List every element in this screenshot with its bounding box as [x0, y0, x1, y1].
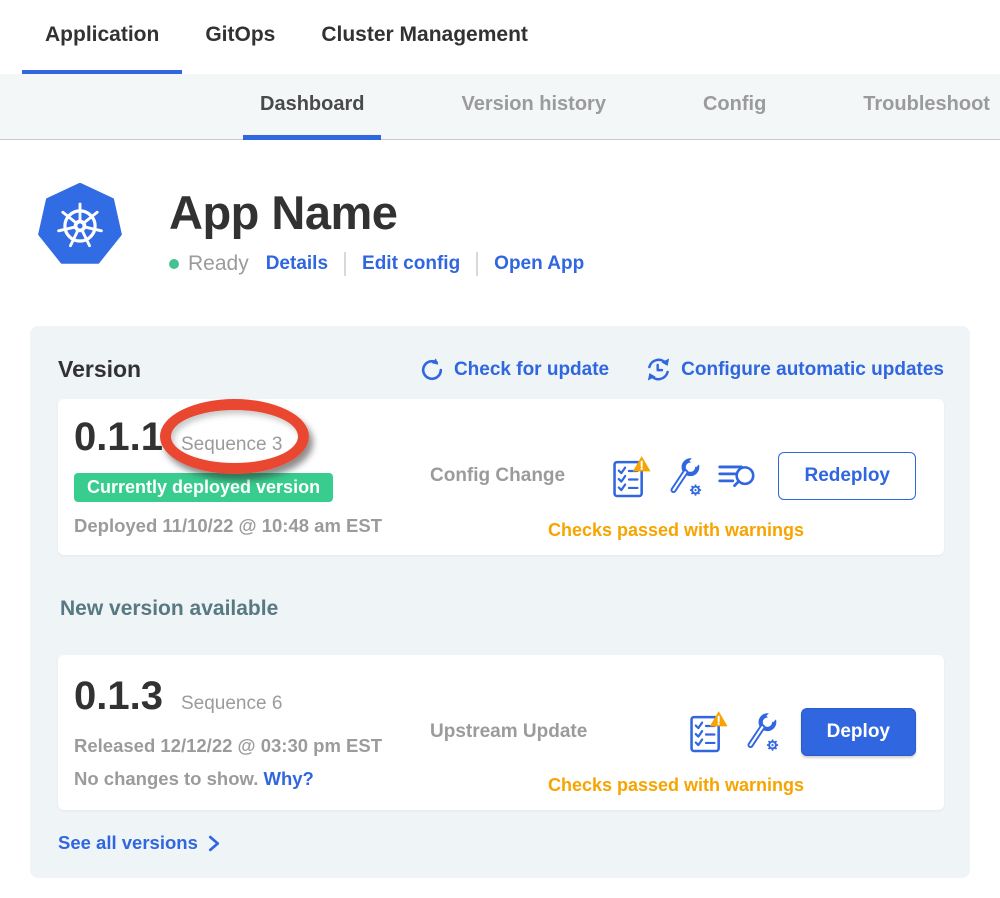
status-text: Ready — [188, 252, 249, 276]
tab-gitops[interactable]: GitOps — [182, 0, 298, 74]
diff-text: No changes to show. — [74, 768, 258, 789]
check-for-update-label: Check for update — [454, 359, 609, 381]
released-timestamp: Released 12/12/22 @ 03:30 pm EST — [74, 735, 430, 757]
view-files-icon[interactable] — [718, 460, 758, 493]
kubernetes-logo-icon — [38, 183, 122, 267]
separator — [476, 252, 478, 276]
chevron-right-icon — [206, 835, 221, 852]
top-nav: Application GitOps Cluster Management — [0, 0, 1000, 74]
new-version-card: 0.1.3 Sequence 6 Released 12/12/22 @ 03:… — [58, 655, 944, 810]
checks-status: Checks passed with warnings — [428, 520, 924, 541]
new-version-source: Upstream Update — [430, 721, 587, 743]
configure-automatic-updates-link[interactable]: Configure automatic updates — [645, 356, 944, 383]
app-title: App Name — [169, 185, 584, 240]
edit-config-link[interactable]: Edit config — [362, 253, 460, 275]
separator — [344, 252, 346, 276]
version-panel-title: Version — [58, 356, 141, 383]
config-wrench-icon[interactable] — [742, 710, 781, 753]
preflight-checks-icon[interactable] — [689, 709, 728, 754]
current-version-card: 0.1.1 Sequence 3 Currently deployed vers… — [58, 399, 944, 555]
currently-deployed-badge: Currently deployed version — [74, 473, 333, 502]
auto-update-clock-icon — [645, 356, 672, 383]
new-version-heading: New version available — [60, 597, 944, 621]
checks-status: Checks passed with warnings — [428, 775, 924, 796]
current-version-sequence: Sequence 3 — [181, 434, 282, 456]
current-version-source: Config Change — [430, 465, 565, 487]
app-header: App Name Ready Details Edit config Open … — [38, 183, 1000, 276]
sub-nav: Dashboard Version history Config Trouble… — [0, 74, 1000, 140]
new-version-sequence: Sequence 6 — [181, 693, 282, 715]
tab-application[interactable]: Application — [22, 0, 182, 74]
see-all-versions-link[interactable]: See all versions — [58, 832, 221, 854]
new-version-number: 0.1.3 — [74, 674, 163, 719]
deployed-timestamp: Deployed 11/10/22 @ 10:48 am EST — [74, 515, 430, 537]
see-all-versions-label: See all versions — [58, 832, 198, 854]
app-status-row: Ready Details Edit config Open App — [169, 252, 584, 276]
tab-troubleshoot[interactable]: Troubleshoot — [846, 74, 1000, 140]
why-link[interactable]: Why? — [263, 768, 313, 789]
tab-dashboard[interactable]: Dashboard — [243, 74, 381, 140]
current-version-number: 0.1.1 — [74, 415, 163, 460]
preflight-checks-icon[interactable] — [612, 454, 651, 499]
configure-automatic-updates-label: Configure automatic updates — [681, 359, 944, 381]
deploy-button[interactable]: Deploy — [801, 708, 916, 756]
config-wrench-icon[interactable] — [665, 455, 704, 498]
redeploy-button[interactable]: Redeploy — [778, 452, 916, 500]
status-dot — [169, 259, 179, 269]
check-for-update-link[interactable]: Check for update — [419, 357, 609, 383]
tab-cluster-management[interactable]: Cluster Management — [298, 0, 551, 74]
refresh-icon — [419, 357, 445, 383]
details-link[interactable]: Details — [266, 253, 328, 275]
version-panel: Version Check for update Configure autom… — [30, 326, 970, 878]
tab-config[interactable]: Config — [686, 74, 783, 140]
open-app-link[interactable]: Open App — [494, 253, 584, 275]
tab-version-history[interactable]: Version history — [444, 74, 623, 140]
